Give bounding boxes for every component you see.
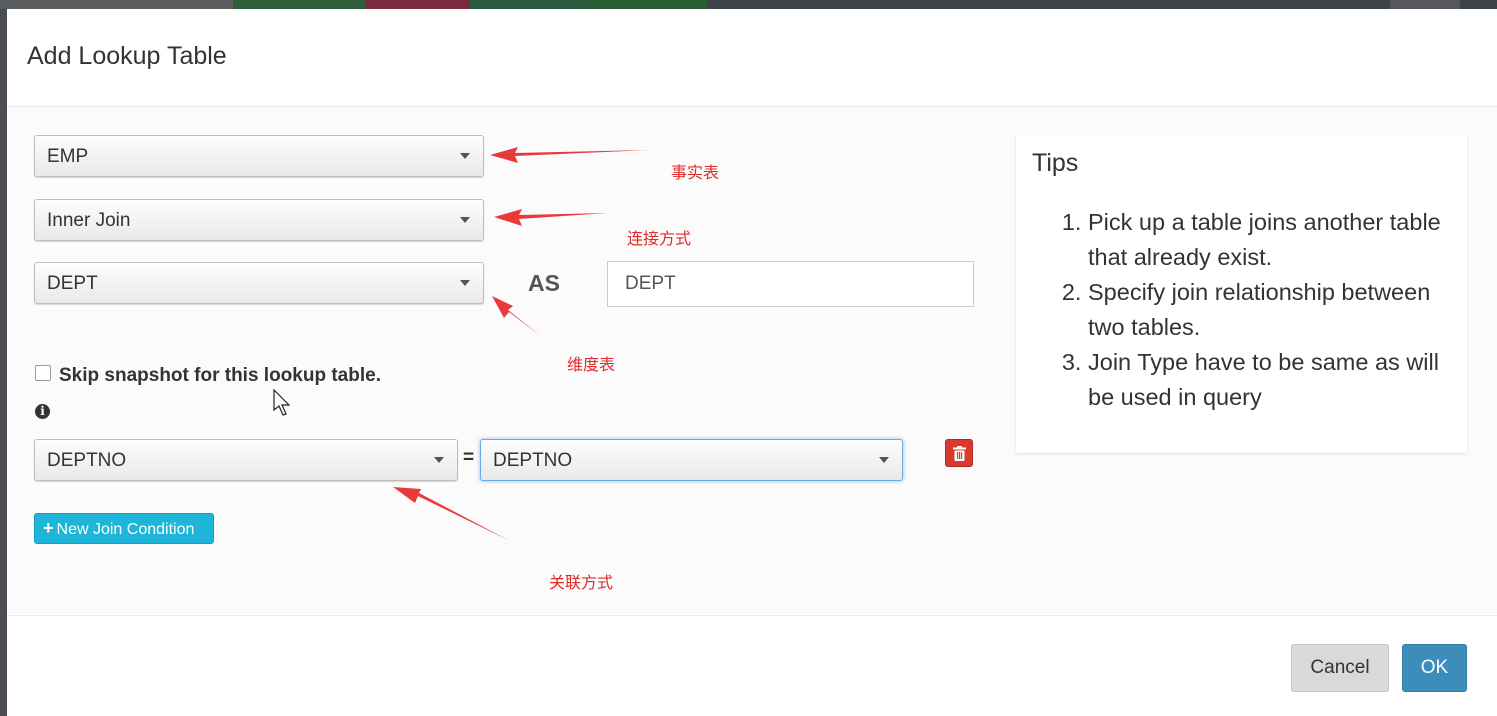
annotation-arrow-fact-table <box>490 147 650 163</box>
annotation-arrow-dimension-table <box>492 296 541 336</box>
annotation-arrows <box>393 147 650 541</box>
mouse-cursor-icon <box>273 389 291 416</box>
annotation-arrow-join-relation <box>393 487 510 541</box>
annotation-arrow-join-type <box>494 209 608 226</box>
